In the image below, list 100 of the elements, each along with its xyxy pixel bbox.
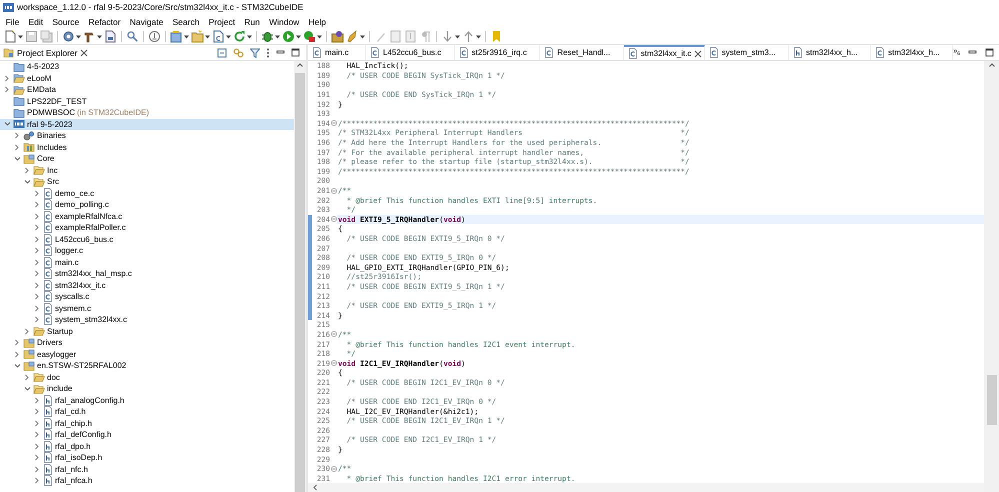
view-menu-icon[interactable] [266, 48, 270, 58]
tree-item[interactable]: exampleRfalPoller.c [0, 222, 294, 234]
tree-item[interactable]: main.c [0, 256, 294, 268]
close-icon[interactable] [80, 48, 88, 56]
tree-item[interactable]: Inc [0, 164, 294, 176]
tree-item[interactable]: L452ccu6_bus.c [0, 234, 294, 245]
chevron-right-icon[interactable] [24, 166, 30, 174]
close-icon[interactable] [694, 50, 702, 58]
refresh-icon[interactable] [233, 30, 246, 43]
tree-item[interactable]: rfal_chip.h [0, 418, 294, 429]
collapse-all-icon[interactable] [217, 48, 227, 58]
tree-item[interactable]: logger.c [0, 245, 294, 256]
gear-icon[interactable] [62, 30, 75, 43]
up-arrow-icon[interactable] [462, 30, 475, 43]
tree-item[interactable]: Startup [0, 326, 294, 337]
play-icon[interactable] [282, 30, 295, 43]
chevron-down-icon[interactable] [24, 178, 30, 185]
tree-item[interactable]: en.STSW-ST25RFAL002 [0, 360, 294, 372]
collapse-icon[interactable] [330, 120, 336, 126]
scroll-thumb[interactable] [295, 73, 305, 492]
tree-item[interactable]: demo_ce.c [0, 188, 294, 199]
save-icon[interactable] [25, 30, 38, 43]
editor-tab[interactable]: stm32l4xx_it.c [624, 45, 705, 60]
tree-item[interactable]: sysmem.c [0, 302, 294, 314]
menu-item[interactable]: Search [168, 16, 204, 28]
tree-item[interactable]: easylogger [0, 348, 294, 360]
menu-item[interactable]: Project [204, 16, 240, 28]
maximize-icon[interactable] [291, 48, 300, 57]
menu-item[interactable]: Source [48, 16, 84, 28]
scroll-up-icon[interactable] [296, 61, 304, 69]
menu-item[interactable]: Window [264, 16, 304, 28]
chevron-right-icon[interactable] [24, 374, 30, 381]
down-arrow-icon[interactable] [441, 30, 454, 43]
tree-item[interactable]: Core [0, 153, 294, 164]
plug-icon[interactable] [148, 30, 161, 43]
link-icon[interactable] [233, 48, 244, 58]
menu-item[interactable]: Navigate [125, 16, 168, 28]
menu-item[interactable]: Help [304, 16, 331, 28]
maximize-icon[interactable] [985, 48, 994, 57]
scrollbar[interactable] [308, 483, 984, 492]
tree-item[interactable]: rfal_cd.h [0, 406, 294, 418]
rocket-icon[interactable] [346, 30, 359, 43]
c-file-icon [43, 314, 53, 326]
chevron-down-icon[interactable] [14, 156, 20, 162]
chevron-down-icon[interactable] [14, 362, 20, 369]
run-config-icon[interactable] [303, 30, 316, 43]
scroll-thumb[interactable] [986, 375, 996, 425]
scrollbar[interactable] [984, 61, 999, 492]
hammer-icon[interactable] [83, 30, 96, 43]
menu-item[interactable]: Run [240, 16, 264, 28]
tree-item[interactable]: system_stm32l4xx.c [0, 314, 294, 326]
tree-item[interactable]: 4-5-2023 [0, 61, 294, 72]
tree-item[interactable]: eLooM [0, 72, 294, 84]
tree-item[interactable]: exampleRfalNfca.c [0, 210, 294, 222]
filter-icon[interactable] [250, 48, 260, 58]
tree-item[interactable]: rfal_nfc.h [0, 464, 294, 475]
tree-item[interactable]: EMData [0, 84, 294, 96]
tree-item[interactable]: rfal_isoDep.h [0, 452, 294, 464]
tree-item[interactable]: syscalls.c [0, 291, 294, 302]
briefcase-icon[interactable] [331, 30, 344, 43]
collapse-icon[interactable] [330, 331, 336, 338]
tree-item[interactable]: rfal 9-5-2023 [0, 118, 294, 130]
new-project-icon[interactable] [170, 30, 183, 43]
tree-item[interactable]: LPS22DF_TEST [0, 96, 294, 107]
new-folder-icon[interactable] [191, 30, 204, 43]
collapse-icon[interactable] [330, 466, 336, 472]
search-icon[interactable] [126, 30, 139, 43]
tree-item[interactable]: stm32l4xx_hal_msp.c [0, 268, 294, 280]
tree-item[interactable]: rfal_defConfig.h [0, 429, 294, 440]
chevron-down-icon[interactable] [24, 386, 30, 392]
tree-item[interactable]: rfal_nfca.h [0, 475, 294, 486]
scrollbar[interactable] [294, 61, 306, 492]
chevron-down-icon[interactable] [4, 121, 10, 128]
new-file-icon[interactable] [4, 30, 17, 43]
menu-item[interactable]: Edit [24, 16, 48, 28]
tree-item[interactable]: PDMWBSOC (in STM32CubeIDE) [0, 107, 294, 118]
tree-item[interactable]: doc [0, 372, 294, 383]
tree-item[interactable]: rfal_dpo.h [0, 440, 294, 452]
save-all-icon[interactable] [40, 30, 53, 43]
tree-item[interactable]: Binaries [0, 130, 294, 142]
caret-icon [76, 34, 81, 38]
header-file-icon [43, 429, 53, 440]
tree-item[interactable]: demo_polling.c [0, 199, 294, 210]
tree-item[interactable]: stm32l4xx_it.c [0, 280, 294, 291]
menu-item[interactable]: Refactor [84, 16, 126, 28]
tree-item[interactable]: include [0, 383, 294, 394]
tree-item[interactable]: Drivers [0, 337, 294, 348]
collapse-icon[interactable] [330, 188, 336, 194]
tree-item[interactable]: rfal_analogConfig.h [0, 394, 294, 406]
binary-file-icon[interactable] [104, 30, 117, 43]
scroll-left-icon[interactable] [312, 484, 318, 491]
c-file-icon [458, 47, 469, 58]
collapse-icon[interactable] [330, 360, 336, 366]
tree-item[interactable]: Includes [0, 142, 294, 153]
bug-icon[interactable] [261, 30, 274, 43]
menu-item[interactable]: File [1, 16, 24, 28]
collapse-icon[interactable] [330, 216, 336, 222]
tree-item[interactable]: Src [0, 176, 294, 188]
new-source-file-icon[interactable] [212, 30, 225, 43]
scroll-up-icon[interactable] [988, 61, 996, 69]
